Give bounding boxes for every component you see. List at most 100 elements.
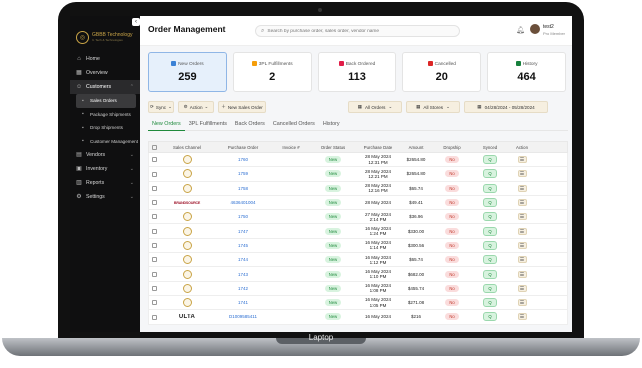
row-action-menu-button[interactable]: ☰ [517, 270, 527, 278]
sidebar-item-settings[interactable]: ⚙ Settings ⌄ [70, 190, 140, 204]
row-checkbox[interactable] [151, 271, 157, 277]
table-row[interactable]: 1758 New 28 May 2024 12:16 PM $65.74 No Q… [148, 181, 568, 196]
synced-badge[interactable]: Q [483, 198, 497, 208]
row-action-menu-button[interactable]: ☰ [517, 199, 527, 207]
card-back-ordered[interactable]: Back Ordered 113 [317, 52, 397, 92]
row-action-menu-button[interactable]: ☰ [517, 184, 527, 192]
purchase-order-link[interactable]: 1742 [215, 286, 271, 291]
row-checkbox[interactable] [151, 185, 157, 191]
card-history[interactable]: History 464 [487, 52, 566, 92]
sidebar-subitem-drop-shipments[interactable]: ▪ Drop Shipments [70, 121, 140, 135]
sidebar-item-inventory[interactable]: ▣ Inventory ⌄ [70, 162, 140, 176]
sidebar-item-reports[interactable]: ▥ Reports ⌄ [70, 176, 140, 190]
tab-cancelled-orders[interactable]: Cancelled Orders [269, 120, 319, 131]
row-checkbox[interactable] [151, 228, 157, 234]
row-action-menu-button[interactable]: ☰ [517, 284, 527, 292]
table-row[interactable]: ULTA D1009585411 New 16 May 2024 $216 No… [148, 310, 568, 325]
tab-3pl-fulfillments[interactable]: 3PL Fulfillments [185, 120, 231, 131]
collapse-sidebar-button[interactable]: ‹ [132, 18, 140, 26]
table-row[interactable]: 1741 New 16 May 2024 1:05 PM $271.08 No Q… [148, 295, 568, 311]
table-row[interactable]: 1742 New 16 May 2024 1:08 PM $455.74 No Q… [148, 281, 568, 296]
purchase-order-link[interactable]: 1743 [215, 272, 271, 277]
synced-badge[interactable]: Q [483, 226, 497, 236]
purchase-order-link[interactable]: 1750 [215, 214, 271, 219]
table-row[interactable]: 1750 New 27 May 2024 2:14 PM $36.96 No Q … [148, 210, 568, 225]
synced-badge[interactable]: Q [483, 169, 497, 179]
synced-badge[interactable]: Q [483, 312, 497, 322]
sidebar-subitem-customer-management[interactable]: ▪ Customer Management [70, 135, 140, 149]
synced-badge[interactable]: Q [483, 255, 497, 265]
row-action-menu-button[interactable]: ☰ [517, 156, 527, 164]
row-checkbox[interactable] [151, 200, 157, 206]
card-cancelled[interactable]: Cancelled 20 [402, 52, 482, 92]
column-header[interactable]: Invoice # [271, 145, 311, 150]
synced-badge[interactable]: Q [483, 212, 497, 222]
row-action-menu-button[interactable]: ☰ [517, 241, 527, 249]
sidebar-item-overview[interactable]: ▦ Overview [70, 66, 140, 80]
sidebar-subitem-package-shipments[interactable]: ▪ Package Shipments [70, 108, 140, 122]
row-action-menu-button[interactable]: ☰ [517, 213, 527, 221]
table-row[interactable]: 1743 New 16 May 2024 1:10 PM $682.00 No Q… [148, 267, 568, 282]
row-checkbox[interactable] [151, 171, 157, 177]
sidebar-subitem-sales-orders[interactable]: ▪ Sales Orders [76, 94, 136, 108]
avatar[interactable] [530, 24, 540, 34]
table-row[interactable]: 1744 New 16 May 2024 1:12 PM $65.74 No Q … [148, 253, 568, 268]
synced-badge[interactable]: Q [483, 269, 497, 279]
row-checkbox[interactable] [151, 314, 157, 320]
row-checkbox[interactable] [151, 243, 157, 249]
row-checkbox[interactable] [151, 285, 157, 291]
table-row[interactable]: 1747 New 16 May 2024 1:24 PM $330.00 No Q… [148, 224, 568, 239]
notification-bell-icon[interactable]: 🔔︎ [516, 26, 525, 34]
row-checkbox[interactable] [151, 257, 157, 263]
purchase-order-link[interactable]: 1741 [215, 300, 271, 305]
date-range-picker[interactable]: ▦ 04/28/2024 - 05/28/2024 [464, 101, 548, 113]
sidebar-item-customers[interactable]: ☺ Customers ⌃ [70, 80, 140, 94]
row-checkbox[interactable] [151, 214, 157, 220]
purchase-order-link[interactable]: 1747 [215, 229, 271, 234]
column-header[interactable]: Amount [401, 145, 431, 150]
new-sales-order-button[interactable]: ＋ New Sales Order [218, 101, 266, 113]
tab-history[interactable]: History [319, 120, 344, 131]
column-header[interactable]: Synced [473, 145, 507, 150]
orders-filter-select[interactable]: ▦ All Orders ⌄ [348, 101, 402, 113]
row-action-menu-button[interactable]: ☰ [517, 256, 527, 264]
synced-badge[interactable]: Q [483, 298, 497, 308]
row-checkbox[interactable] [151, 157, 157, 163]
action-button[interactable]: ⚙ Action ⌄ [178, 101, 214, 113]
purchase-order-link[interactable]: 1744 [215, 257, 271, 262]
select-all-checkbox[interactable] [151, 144, 157, 150]
stores-filter-select[interactable]: ▦ All Stores ⌄ [406, 101, 460, 113]
row-checkbox[interactable] [151, 300, 157, 306]
sync-button[interactable]: ⟳ Sync ⌄ [148, 101, 174, 113]
table-row[interactable]: 1745 New 16 May 2024 1:14 PM $300.56 No Q… [148, 238, 568, 254]
row-action-menu-button[interactable]: ☰ [517, 170, 527, 178]
table-row[interactable]: 1760 New 28 May 2024 12:31 PM $2654.80 No… [148, 153, 568, 168]
table-row[interactable]: BRANDSOURCE 4636401004 New 28 May 2024 $… [148, 195, 568, 211]
purchase-order-link[interactable]: 1745 [215, 243, 271, 248]
row-action-menu-button[interactable]: ☰ [517, 313, 527, 321]
purchase-order-link[interactable]: D1009585411 [215, 314, 271, 319]
synced-badge[interactable]: Q [483, 283, 497, 293]
brand-logo[interactable]: ◎ GBBB Technology It. Tech & Technologie… [76, 26, 134, 48]
purchase-order-link[interactable]: 1760 [215, 157, 271, 162]
sidebar-item-vendors[interactable]: ▤ Vendors ⌄ [70, 148, 140, 162]
synced-badge[interactable]: Q [483, 240, 497, 250]
tab-new-orders[interactable]: New Orders [148, 120, 185, 131]
tab-back-orders[interactable]: Back Orders [231, 120, 269, 131]
column-header[interactable]: Dropship [431, 145, 473, 150]
purchase-order-link[interactable]: 1759 [215, 171, 271, 176]
synced-badge[interactable]: Q [483, 155, 497, 165]
purchase-order-link[interactable]: 1758 [215, 186, 271, 191]
row-action-menu-button[interactable]: ☰ [517, 299, 527, 307]
card-new-orders[interactable]: New Orders 259 [148, 52, 227, 92]
search-input[interactable] [267, 28, 458, 34]
synced-badge[interactable]: Q [483, 183, 497, 193]
column-header[interactable]: Purchase Date [355, 145, 401, 150]
column-header[interactable]: Order Status [311, 145, 355, 150]
purchase-order-link[interactable]: 4636401004 [215, 200, 271, 205]
row-action-menu-button[interactable]: ☰ [517, 227, 527, 235]
sidebar-item-home[interactable]: ⌂ Home [70, 52, 140, 66]
card-3pl-fulfillments[interactable]: 3PL Fulfillments 2 [232, 52, 312, 92]
table-row[interactable]: 1759 New 28 May 2024 12:21 PM $2654.80 No… [148, 167, 568, 182]
column-header[interactable]: Sales Channel [159, 145, 215, 150]
